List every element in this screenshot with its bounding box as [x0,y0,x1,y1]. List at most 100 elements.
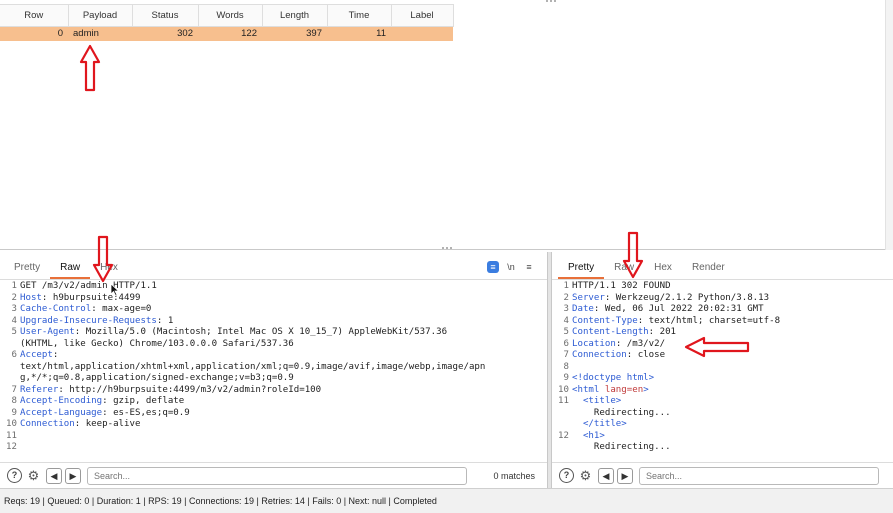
line-content: <html lang=en> [572,384,649,395]
code-line: 9 <!doctype html> [552,373,893,385]
down-arrow-annotation [92,235,114,283]
line-number: 3 [563,304,569,314]
line-content [20,442,547,454]
previous-match-button[interactable]: ◀ [46,467,62,484]
match-count: 0 matches [493,470,535,481]
line-number: 5 [11,327,17,337]
code-line: 8 [552,362,893,374]
previous-match-button[interactable]: ◀ [598,467,614,484]
table-row[interactable]: 0 admin 302 122 397 11 [0,26,453,41]
down-arrow-annotation [622,231,644,279]
gear-icon[interactable]: ⚙ [578,468,593,483]
code-line: 11 [0,431,547,443]
request-code[interactable]: 1 GET /m3/v2/admin HTTP/1.1 2 Host: h9burps… [0,281,547,462]
tab-render[interactable]: Render [682,259,735,279]
line-content [572,362,893,374]
line-number: 7 [563,350,569,360]
line-number: 1 [563,281,569,291]
column-header-row[interactable]: Row [0,4,69,27]
line-number: 7 [11,384,17,395]
line-content: <!doctype html> [572,373,655,383]
cell-label [391,26,453,41]
code-line: 12 <h1> [552,431,893,443]
column-header-payload[interactable]: Payload [68,4,133,27]
prettify-icon[interactable]: ≡ [487,261,499,273]
code-line: 5 User-Agent: Mozilla/5.0 (Macintosh; Int… [0,327,547,350]
tab-hex[interactable]: Hex [644,259,682,279]
line-number: 9 [563,373,569,383]
tab-pretty[interactable]: Pretty [4,259,50,279]
code-line: 2 Server: Werkzeug/2.1.2 Python/3.8.13 [552,293,893,305]
code-line: Redirecting... [552,442,893,454]
search-input[interactable] [639,466,879,485]
next-match-button[interactable]: ▶ [65,467,81,484]
column-header-label[interactable]: Label [391,4,454,27]
line-number [552,419,572,431]
line-content: Referer: http://h9burpsuite:4499/m3/v2/a… [20,384,322,395]
line-content: Accept: text/html,application/xhtml+xml,… [20,350,486,383]
top-split-handle[interactable] [545,0,557,4]
code-line: 7 Referer: http://h9burpsuite:4499/m3/v2/… [0,385,547,397]
code-line: 3 Date: Wed, 06 Jul 2022 20:02:31 GMT [552,304,893,316]
line-number: 3 [11,304,17,314]
line-number: 12 [6,442,17,452]
line-number: 11 [6,430,17,441]
code-line: </title> [552,419,893,431]
newline-toggle-icon[interactable]: \n [505,262,517,272]
line-content: Date: Wed, 06 Jul 2022 20:02:31 GMT [572,304,764,314]
line-content: User-Agent: Mozilla/5.0 (Macintosh; Inte… [20,327,448,349]
code-line: 1 HTTP/1.1 302 FOUND [552,281,893,293]
response-editor: Pretty Raw Hex Render 1 HTTP/1.1 302 FOUN… [552,252,893,488]
line-content: Redirecting... [572,442,671,452]
cell-words: 122 [198,26,262,41]
request-editor: Pretty Raw Hex ≡ \n ≡ 1 GET /m3/v2/admin … [0,252,547,488]
gear-icon[interactable]: ⚙ [26,468,41,483]
tab-raw[interactable]: Raw [50,259,91,279]
line-content: Server: Werkzeug/2.1.2 Python/3.8.13 [572,292,770,303]
line-number: 9 [11,407,17,418]
line-number: 12 [558,430,569,441]
cell-time: 11 [327,26,391,41]
tab-pretty[interactable]: Pretty [558,259,605,279]
next-match-button[interactable]: ▶ [617,467,633,484]
line-content: Cache-Control: max-age=0 [20,304,152,314]
help-icon[interactable]: ? [7,468,22,483]
line-content: Upgrade-Insecure-Requests: 1 [20,315,174,326]
cell-payload: admin [68,26,132,41]
line-content: </title> [582,419,627,429]
line-content: Connection: keep-alive [20,419,141,429]
help-icon[interactable]: ? [559,468,574,483]
mouse-cursor-icon [110,283,120,296]
cell-status: 302 [132,26,198,41]
column-header-length[interactable]: Length [262,4,328,27]
line-number: 4 [563,315,569,326]
column-header-words[interactable]: Words [198,4,263,27]
menu-icon[interactable]: ≡ [523,262,535,272]
line-number: 11 [558,396,569,406]
horizontal-split-handle[interactable] [440,247,454,251]
code-line: 3 Cache-Control: max-age=0 [0,304,547,316]
code-line: 11 <title> [552,396,893,408]
code-line: Redirecting... [552,408,893,420]
line-content: Host: h9burpsuite:4499 [20,292,141,303]
results-table: Row Payload Status Words Length Time Lab… [0,4,454,41]
search-input[interactable] [87,466,467,485]
response-code[interactable]: 1 HTTP/1.1 302 FOUND 2 Server: Werkzeug/2.1… [552,281,893,462]
response-search-bar: ? ⚙ ◀ ▶ [552,463,893,488]
left-arrow-annotation [684,336,750,358]
line-content: <title> [582,396,622,406]
code-line: 2 Host: h9burpsuite:4499 [0,293,547,305]
column-header-status[interactable]: Status [132,4,199,27]
line-content: Accept-Language: es-ES,es;q=0.9 [20,407,190,418]
results-scrollbar[interactable] [885,0,893,250]
line-content: Redirecting... [572,407,671,418]
column-header-time[interactable]: Time [327,4,392,27]
line-content: HTTP/1.1 302 FOUND [572,281,671,291]
line-number: 8 [11,396,17,406]
up-arrow-annotation [79,44,101,92]
line-number: 10 [558,384,569,395]
line-number: 4 [11,315,17,326]
code-line: 12 [0,442,547,454]
code-line: 1 GET /m3/v2/admin HTTP/1.1 [0,281,547,293]
cell-length: 397 [262,26,327,41]
